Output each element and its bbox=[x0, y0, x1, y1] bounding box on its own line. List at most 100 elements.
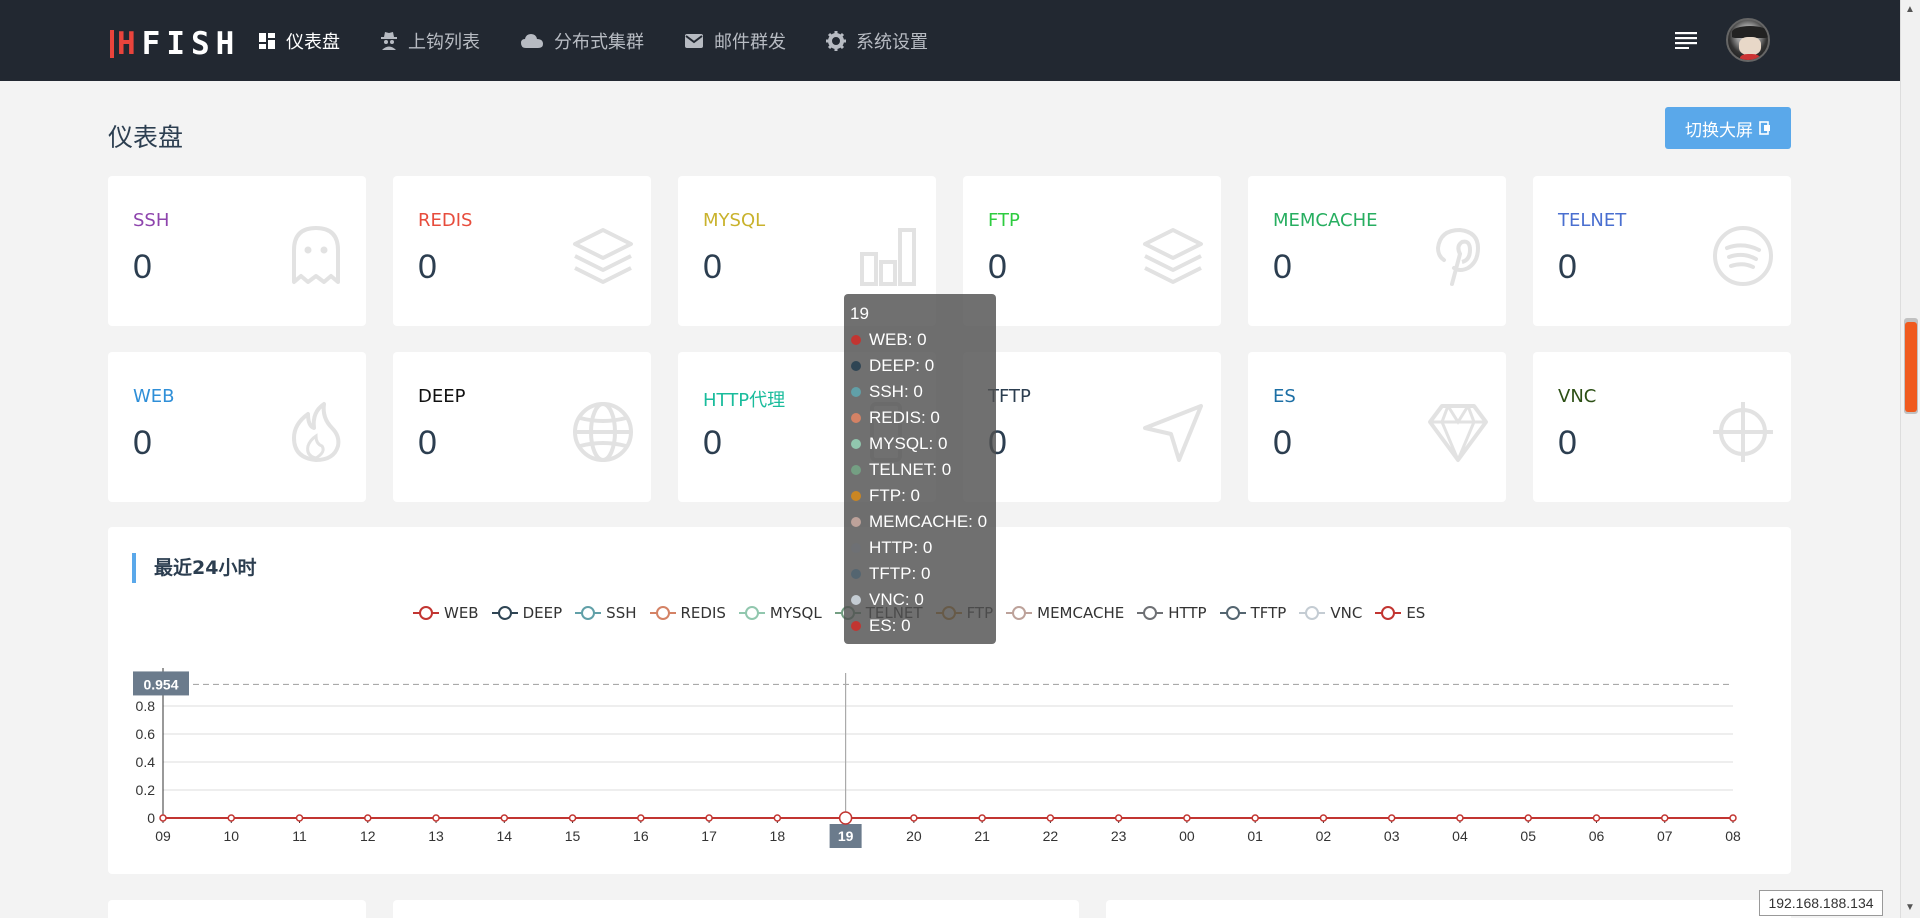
series-dot-icon bbox=[851, 569, 861, 579]
data-point bbox=[1114, 814, 1123, 822]
scroll-up-arrow-icon[interactable]: ▲ bbox=[1905, 4, 1915, 15]
x-tick-label: 12 bbox=[360, 828, 376, 844]
data-point bbox=[1183, 814, 1191, 822]
chart-tooltip: 19 WEB: 0 DEEP: 0 SSH: 0 REDIS: 0 MYSQL: 0 TE… bbox=[844, 294, 996, 644]
tooltip-row-text: WEB: 0 bbox=[869, 330, 927, 349]
axis-pointer-value: 0.954 bbox=[143, 676, 178, 692]
bottom-card-stub bbox=[393, 900, 1079, 918]
tooltip-row-text: ES: 0 bbox=[869, 616, 911, 635]
x-tick-label: 16 bbox=[633, 828, 649, 844]
page-scrollbar[interactable]: ▲ ▼ bbox=[1900, 0, 1920, 918]
x-tick-label: 19 bbox=[838, 828, 854, 844]
data-point bbox=[1660, 814, 1669, 822]
server-ip-label: 192.168.188.134 bbox=[1759, 890, 1883, 916]
y-tick-label: 0.8 bbox=[136, 698, 156, 714]
series-dot-icon bbox=[851, 439, 861, 449]
x-tick-label: 22 bbox=[1043, 828, 1059, 844]
tooltip-row-text: REDIS: 0 bbox=[869, 408, 940, 427]
data-point bbox=[1046, 814, 1055, 822]
bottom-card-stub bbox=[1106, 900, 1791, 918]
x-tick-label: 13 bbox=[428, 828, 444, 844]
tooltip-row-text: SSH: 0 bbox=[869, 382, 923, 401]
series-dot-icon bbox=[851, 361, 861, 371]
tooltip-row: HTTP: 0 bbox=[850, 535, 996, 561]
data-point bbox=[910, 814, 918, 822]
x-tick-label: 01 bbox=[1247, 828, 1263, 844]
data-point bbox=[705, 814, 713, 822]
tooltip-row: TFTP: 0 bbox=[850, 561, 996, 587]
data-point bbox=[159, 814, 167, 822]
tooltip-row: FTP: 0 bbox=[850, 483, 996, 509]
series-dot-icon bbox=[851, 543, 861, 553]
data-point bbox=[364, 814, 372, 822]
x-tick-label: 05 bbox=[1520, 828, 1536, 844]
bottom-card-stub bbox=[108, 900, 366, 918]
data-point bbox=[978, 814, 986, 822]
x-tick-label: 15 bbox=[565, 828, 581, 844]
x-tick-label: 04 bbox=[1452, 828, 1468, 844]
x-tick-label: 11 bbox=[292, 828, 307, 844]
y-tick-label: 0 bbox=[147, 810, 155, 826]
tooltip-row: SSH: 0 bbox=[850, 379, 996, 405]
series-dot-icon bbox=[851, 621, 861, 631]
tooltip-row-text: FTP: 0 bbox=[869, 486, 921, 505]
x-tick-label: 02 bbox=[1316, 828, 1332, 844]
data-point bbox=[568, 814, 577, 822]
tooltip-row: VNC: 0 bbox=[850, 587, 996, 613]
tooltip-row: MEMCACHE: 0 bbox=[850, 509, 996, 535]
tooltip-row-text: VNC: 0 bbox=[869, 590, 924, 609]
tooltip-row: ES: 0 bbox=[850, 613, 996, 639]
data-point bbox=[838, 811, 853, 825]
tooltip-row: DEEP: 0 bbox=[850, 353, 996, 379]
series-dot-icon bbox=[851, 335, 861, 345]
tooltip-row-text: HTTP: 0 bbox=[869, 538, 933, 557]
data-point bbox=[227, 814, 236, 822]
data-point bbox=[432, 814, 440, 822]
data-point bbox=[1387, 814, 1396, 822]
x-tick-label: 00 bbox=[1179, 828, 1195, 844]
y-tick-label: 0.4 bbox=[136, 754, 156, 770]
tooltip-row-text: TFTP: 0 bbox=[869, 564, 931, 583]
x-tick-label: 17 bbox=[701, 828, 717, 844]
series-dot-icon bbox=[851, 465, 861, 475]
data-point bbox=[500, 814, 509, 822]
tooltip-row-text: DEEP: 0 bbox=[869, 356, 935, 375]
series-dot-icon bbox=[851, 595, 861, 605]
tooltip-row: MYSQL: 0 bbox=[850, 431, 996, 457]
tooltip-row: TELNET: 0 bbox=[850, 457, 996, 483]
data-point bbox=[1251, 814, 1259, 822]
x-tick-label: 21 bbox=[974, 828, 990, 844]
x-tick-label: 06 bbox=[1589, 828, 1605, 844]
data-point bbox=[1729, 814, 1737, 822]
series-dot-icon bbox=[851, 413, 861, 423]
x-tick-label: 03 bbox=[1384, 828, 1400, 844]
data-point bbox=[637, 814, 645, 822]
scroll-down-arrow-icon[interactable]: ▼ bbox=[1905, 902, 1915, 913]
tooltip-title: 19 bbox=[850, 304, 869, 323]
x-tick-label: 08 bbox=[1725, 828, 1741, 844]
series-dot-icon bbox=[851, 491, 861, 501]
data-point bbox=[295, 814, 304, 822]
tooltip-row-text: MYSQL: 0 bbox=[869, 434, 948, 453]
series-dot-icon bbox=[851, 387, 861, 397]
x-tick-label: 10 bbox=[223, 828, 239, 844]
x-tick-label: 20 bbox=[906, 828, 922, 844]
series-dot-icon bbox=[851, 517, 861, 527]
data-point bbox=[1524, 814, 1532, 822]
data-point bbox=[1456, 814, 1464, 822]
tooltip-rows: WEB: 0 DEEP: 0 SSH: 0 REDIS: 0 MYSQL: 0 TELNE… bbox=[850, 327, 996, 639]
tooltip-row-text: TELNET: 0 bbox=[869, 460, 952, 479]
x-tick-label: 07 bbox=[1657, 828, 1673, 844]
data-point bbox=[773, 814, 782, 822]
scroll-thumb-indicator bbox=[1905, 322, 1917, 412]
data-point bbox=[1592, 814, 1601, 822]
tooltip-row: REDIS: 0 bbox=[850, 405, 996, 431]
tooltip-row-text: MEMCACHE: 0 bbox=[869, 512, 988, 531]
x-tick-label: 09 bbox=[155, 828, 171, 844]
data-point bbox=[1319, 814, 1328, 822]
y-tick-label: 0.2 bbox=[136, 782, 156, 798]
tooltip-row: WEB: 0 bbox=[850, 327, 996, 353]
x-tick-label: 23 bbox=[1111, 828, 1127, 844]
y-tick-label: 0.6 bbox=[136, 726, 156, 742]
x-tick-label: 14 bbox=[497, 828, 513, 844]
